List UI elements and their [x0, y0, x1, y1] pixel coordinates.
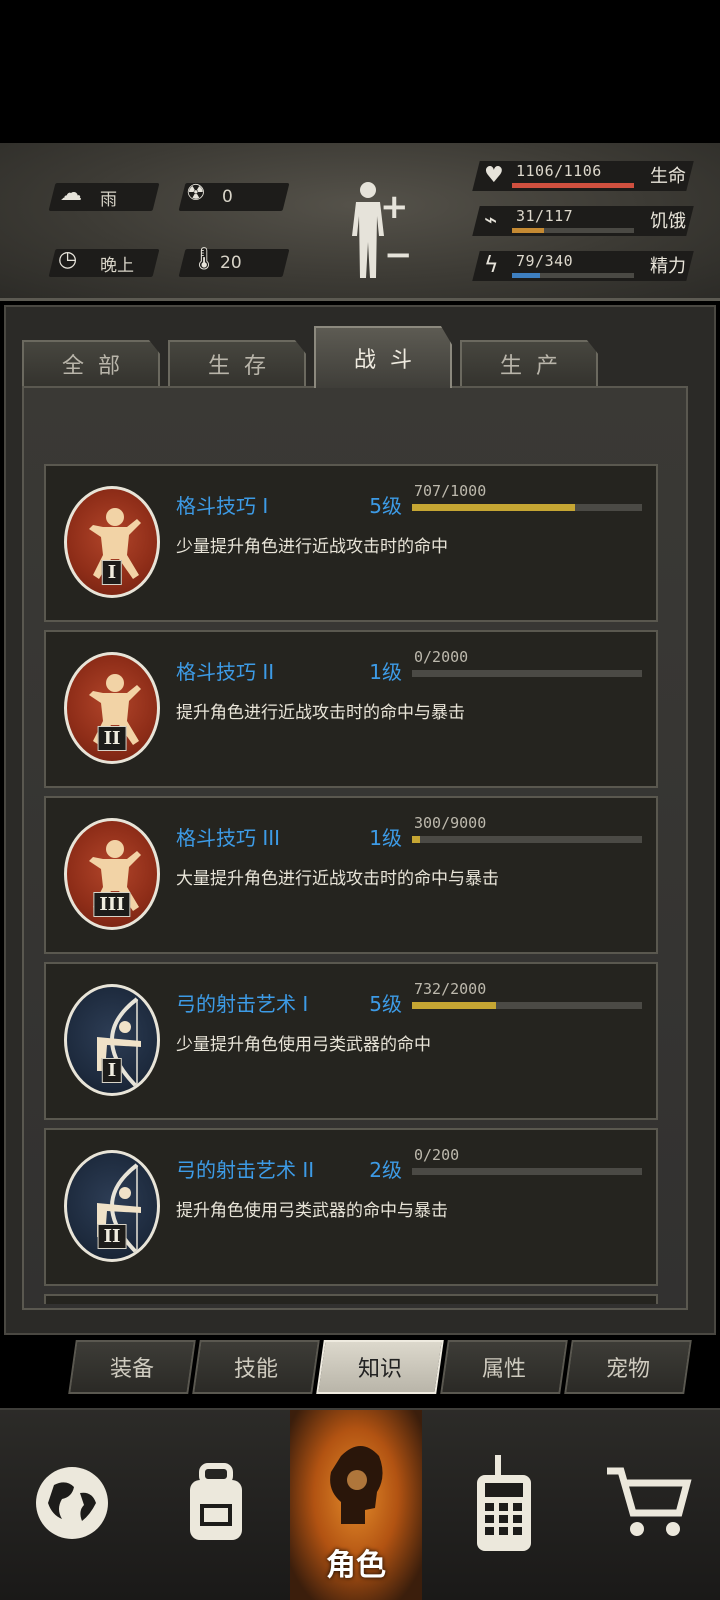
tab-3[interactable]: 生产	[460, 340, 598, 386]
subnav-4[interactable]: 宠物	[564, 1340, 692, 1394]
skill-xp: 732/2000	[414, 980, 487, 998]
app-root: ☁ 雨 ☢ 0 ◷ 晚上 🌡 20 + − ♥ 1106/1106 生命 ⌁ 31/11…	[0, 0, 720, 1600]
skill-card[interactable]: I 弓的射击艺术 I 5级 732/2000 少量提升角色使用弓类武器的命中	[44, 962, 658, 1120]
tab-2[interactable]: 战斗	[314, 326, 452, 388]
skill-card[interactable]: III 格斗技巧 III 1级 300/9000 大量提升角色进行近战攻击时的命中与暴击	[44, 796, 658, 954]
skill-card[interactable]: II 格斗技巧 II 1级 0/2000 提升角色进行近战攻击时的命中与暴击	[44, 630, 658, 788]
skill-card[interactable]: II 弓的射击艺术 II 2级 0/200 提升角色使用弓类武器的命中与暴击	[44, 1128, 658, 1286]
skill-progress-track	[412, 836, 642, 843]
skill-card[interactable]: I 格斗技巧 I 5级 707/1000 少量提升角色进行近战攻击时的命中	[44, 464, 658, 622]
skill-progress-fill	[412, 836, 420, 843]
globe-icon	[32, 1463, 112, 1547]
weather-value: 雨	[100, 189, 117, 210]
skill-name: 弓的射击艺术 I	[176, 992, 309, 1016]
archer-icon: I	[64, 984, 160, 1096]
skill-description: 提升角色进行近战攻击时的命中与暴击	[176, 703, 465, 723]
archer-icon: II	[64, 1150, 160, 1262]
subnav-0[interactable]: 装备	[68, 1340, 196, 1394]
martial-arts-icon: II	[64, 652, 160, 764]
time-value: 晚上	[100, 255, 134, 276]
skill-progress-fill	[412, 504, 575, 511]
stat-bar-label: 精力	[650, 256, 686, 277]
skill-tier-numeral: II	[97, 726, 127, 751]
tab-1[interactable]: 生存	[168, 340, 306, 386]
backpack-icon	[176, 1460, 256, 1550]
bottom-nav-walkie-talkie[interactable]	[432, 1410, 576, 1600]
thermometer-icon: 🌡	[190, 247, 218, 272]
skill-progress-fill	[412, 1002, 497, 1009]
minus-icon[interactable]: −	[384, 235, 413, 275]
clock-icon: ◷	[58, 247, 78, 272]
skill-name: 格斗技巧 I	[176, 494, 269, 518]
stat-bar-track	[512, 228, 634, 233]
sub-navigation: 装备 技能 知识 属性 宠物	[68, 1340, 694, 1394]
skill-card-partial	[44, 1294, 658, 1304]
bottom-nav-shopping-cart[interactable]	[576, 1410, 720, 1600]
skill-name: 弓的射击艺术 II	[176, 1158, 315, 1182]
skill-description: 大量提升角色进行近战攻击时的命中与暴击	[176, 869, 499, 889]
subnav-3[interactable]: 属性	[440, 1340, 568, 1394]
skill-description: 少量提升角色进行近战攻击时的命中	[176, 537, 448, 557]
skill-xp: 300/9000	[414, 814, 487, 832]
stat-bar-value: 1106/1106	[516, 162, 602, 180]
stat-bar-value: 31/117	[516, 207, 574, 225]
subnav-1[interactable]: 技能	[192, 1340, 320, 1394]
stat-bar-track	[512, 183, 634, 188]
skill-name: 格斗技巧 II	[176, 660, 275, 684]
skill-xp: 0/2000	[414, 648, 469, 666]
stat-bar-fill	[512, 183, 634, 188]
radiation-value: 0	[222, 187, 233, 207]
bottom-nav-label: 角色	[326, 1548, 386, 1583]
plus-icon[interactable]: +	[380, 187, 409, 227]
character-head-icon	[311, 1436, 401, 1550]
skill-level: 5级	[369, 992, 402, 1016]
skill-progress-track	[412, 1168, 642, 1175]
status-header: ☁ 雨 ☢ 0 ◷ 晚上 🌡 20 + − ♥ 1106/1106 生命 ⌁ 31/11…	[0, 143, 720, 301]
rain-cloud-icon: ☁	[60, 181, 82, 206]
martial-arts-icon: III	[64, 818, 160, 930]
skill-description: 少量提升角色使用弓类武器的命中	[176, 1035, 431, 1055]
temperature-value: 20	[220, 253, 242, 273]
heart-pulse-icon: ♥	[484, 163, 504, 188]
head-lightning-icon: ϟ	[484, 253, 499, 278]
stat-bar-value: 79/340	[516, 252, 574, 270]
skill-progress-track	[412, 670, 642, 677]
bottom-nav-globe[interactable]	[0, 1410, 144, 1600]
bottom-nav-character-head[interactable]: 角色	[290, 1410, 422, 1600]
tab-0[interactable]: 全部	[22, 340, 160, 386]
radiation-icon: ☢	[186, 181, 206, 206]
skill-progress-track	[412, 504, 642, 511]
skill-xp: 707/1000	[414, 482, 487, 500]
stat-bar-label: 饥饿	[650, 211, 686, 232]
skill-level: 1级	[369, 826, 402, 850]
bottom-nav-backpack[interactable]	[144, 1410, 288, 1600]
skill-tier-numeral: I	[101, 560, 123, 585]
shopping-cart-icon	[603, 1463, 693, 1547]
skill-xp: 0/200	[414, 1146, 460, 1164]
stat-bar-label: 生命	[650, 166, 686, 187]
walkie-talkie-icon	[469, 1453, 539, 1557]
stat-bar-fill	[512, 228, 545, 233]
martial-arts-icon: I	[64, 486, 160, 598]
subnav-2[interactable]: 知识	[316, 1340, 444, 1394]
stat-bar-track	[512, 273, 634, 278]
skill-tier-numeral: I	[101, 1058, 123, 1083]
skill-progress-track	[412, 1002, 642, 1009]
skill-tier-numeral: III	[93, 892, 131, 917]
skill-description: 提升角色使用弓类武器的命中与暴击	[176, 1201, 448, 1221]
stat-bar-fill	[512, 273, 541, 278]
skill-level: 1级	[369, 660, 402, 684]
skill-name: 格斗技巧 III	[176, 826, 281, 850]
stomach-icon: ⌁	[484, 208, 498, 233]
skill-tier-numeral: II	[97, 1224, 127, 1249]
skill-level: 5级	[369, 494, 402, 518]
skill-level: 2级	[369, 1158, 402, 1182]
